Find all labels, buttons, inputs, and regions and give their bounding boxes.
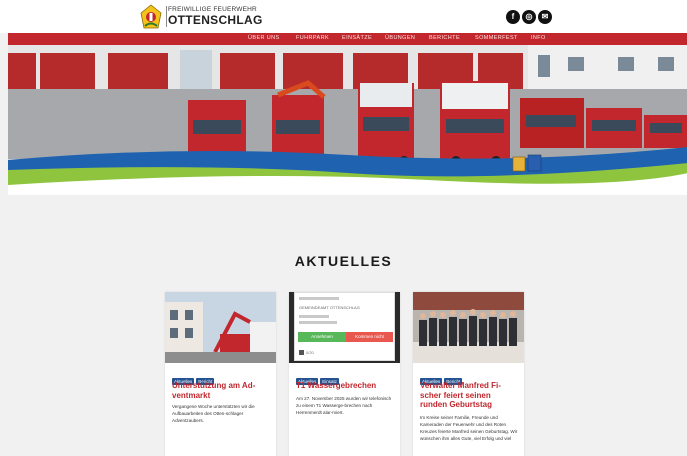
fire-brigade-logo-icon[interactable]	[139, 4, 163, 32]
nav-item-berichte[interactable]: BERICHTE	[429, 35, 460, 41]
nav-item-ueber-uns[interactable]: ÜBER UNS	[248, 35, 280, 41]
mail-icon[interactable]: ✉	[538, 10, 552, 24]
logo-divider	[166, 6, 167, 27]
screenshot-heading: GEMEINDEAMT OTTENSCHLAG	[299, 305, 360, 310]
logo-subtitle: FREIWILLIGE FEUERWEHR	[168, 6, 257, 13]
nav-item-info[interactable]: INFO	[531, 35, 546, 41]
news-card-1[interactable]: Aktuelles Bericht Unterstützung am Ad-ven…	[165, 292, 276, 456]
news-card-image[interactable]	[413, 292, 524, 363]
section-title: AKTUELLES	[294, 253, 393, 269]
logo-title[interactable]: OTTENSCHLAG	[168, 13, 263, 27]
main-navigation: ÜBER UNS FUHRPARK EINSÄTZE ÜBUNGEN BERIC…	[8, 33, 687, 45]
app-screenshot: GEMEINDEAMT OTTENSCHLAG Annehmen Kommen …	[294, 292, 395, 361]
group-icon	[299, 350, 304, 356]
news-card-title[interactable]: Verwalter Manfred Fi-scher feiert seinen…	[420, 381, 520, 410]
news-card-2[interactable]: GEMEINDEAMT OTTENSCHLAG Annehmen Kommen …	[289, 292, 400, 456]
news-card-image[interactable]	[165, 292, 276, 363]
instagram-icon[interactable]: ◎	[522, 10, 536, 24]
facebook-icon[interactable]: f	[506, 10, 520, 24]
nav-item-uebungen[interactable]: ÜBUNGEN	[385, 35, 415, 41]
screenshot-footer: 0/20	[299, 350, 314, 356]
news-card-image[interactable]: GEMEINDEAMT OTTENSCHLAG Annehmen Kommen …	[289, 292, 400, 363]
decline-button: Kommen nicht	[346, 332, 393, 342]
news-card-excerpt: Am 27. November 2025 wurden wir telefoni…	[296, 396, 392, 415]
news-section: AKTUELLES Aktuelles Bericht Unterstützung	[0, 195, 687, 456]
news-card-title[interactable]: Unterstützung am Ad-ventmarkt	[172, 381, 272, 400]
fire-trucks-photo	[8, 45, 687, 195]
news-card-excerpt: Im Kreise seiner Familie, Freunde und Ka…	[420, 415, 518, 441]
page: FREIWILLIGE FEUERWEHR OTTENSCHLAG f ◎ ✉ …	[0, 0, 687, 456]
news-card-excerpt: Vergangene Woche unterstützten wir die A…	[172, 404, 255, 423]
news-card-3[interactable]: Aktuelles Bericht Verwalter Manfred Fi-sc…	[413, 292, 524, 456]
placeholder-line	[299, 315, 329, 318]
placeholder-line	[299, 297, 339, 300]
nav-item-fuhrpark[interactable]: FUHRPARK	[296, 35, 329, 41]
placeholder-line	[299, 321, 337, 324]
accept-button: Annehmen	[298, 332, 346, 342]
news-card-title[interactable]: T1 Wassergebrechen	[296, 381, 396, 391]
hero-image	[8, 45, 687, 195]
nav-item-sommerfest[interactable]: SOMMERFEST	[475, 35, 518, 41]
site-header: FREIWILLIGE FEUERWEHR OTTENSCHLAG f ◎ ✉	[0, 0, 687, 33]
nav-item-einsaetze[interactable]: EINSÄTZE	[342, 35, 372, 41]
